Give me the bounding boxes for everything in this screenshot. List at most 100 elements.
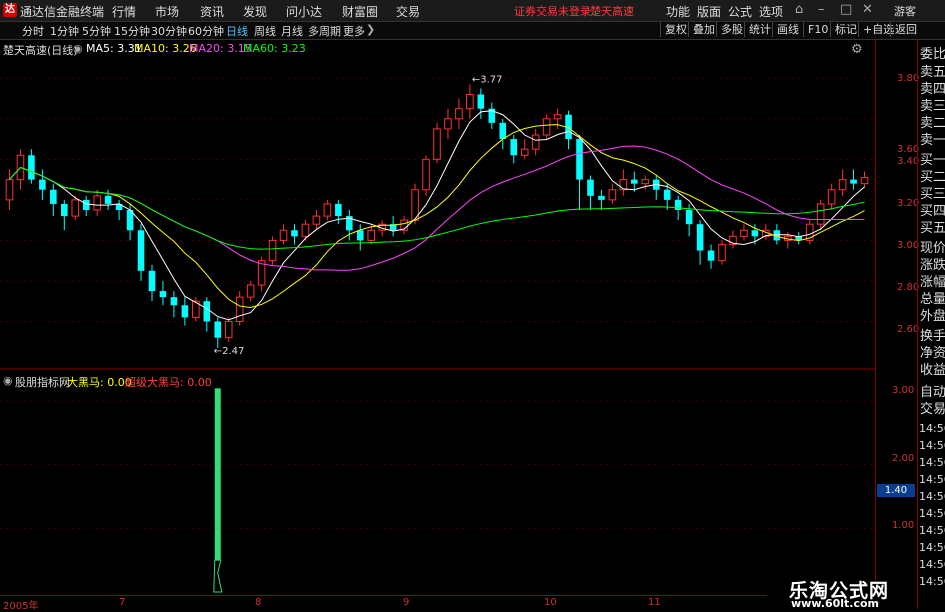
candle-body [816,203,825,225]
trade-label[interactable]: 交易 [920,401,945,418]
minimize-icon[interactable]: – [818,2,825,17]
period-15min[interactable]: 15分钟 [114,23,150,39]
btn-back[interactable]: 返回 [890,22,921,37]
label-outer: 外盘 [920,309,945,324]
menu-market-quotes[interactable]: 行情 [112,3,136,20]
watermark: 乐淘公式网 www.60lt.com [767,580,917,610]
candle-body [279,229,288,241]
sub-tick-label: 3.00 [892,385,915,396]
candle-body [159,291,167,298]
candle-body [433,128,441,160]
period-toolbar: 分时 1分钟 5分钟 15分钟 30分钟 60分钟 日线 周线 月线 多周期 更… [0,22,945,40]
candle-body [510,139,518,156]
skin-icon[interactable]: ⌂ [795,2,803,17]
quote-panel: 委比 卖五 卖四 卖三 卖二 卖一 买一 买二 买三 买四 买五 现价 涨跌 涨… [917,40,945,609]
menu-function[interactable]: 功能 [666,3,690,20]
btn-f10[interactable]: F10 [803,22,832,37]
candle-body [608,189,617,201]
login-notice[interactable]: 证券交易未登录 [514,3,591,19]
price-axis: 3.80 3.60 3.40 3.20 3.00 2.80 2.60 3.00 … [875,40,920,594]
candle-body [224,320,233,339]
period-more[interactable]: 更多 [343,23,365,39]
date-label: 9 [403,597,410,608]
label-sell2: 卖二 [920,116,945,131]
candle-body [531,134,540,150]
menu-layout[interactable]: 版面 [697,3,721,20]
candle-body [827,189,836,205]
candle-body [246,284,255,298]
candle-body [718,243,726,262]
user-guest[interactable]: 游客 [894,3,916,19]
signal-marker [213,559,223,593]
candle-body [553,114,562,120]
period-intraday[interactable]: 分时 [22,23,44,39]
menu-market[interactable]: 市场 [155,3,179,20]
tick-time: 14:56 [919,575,945,588]
period-daily[interactable]: 日线 [226,23,248,39]
label-buy3: 买三 [920,187,945,202]
menu-ask[interactable]: 问小达 [286,3,322,20]
sub-tick-label: 1.00 [892,520,915,531]
candle-body [93,195,101,211]
menu-wealth-circle[interactable]: 财富圈 [342,3,378,20]
auto-trade-label[interactable]: 自动 [920,384,945,401]
tick-label: 3.20 [897,198,920,209]
tick-time: 14:56 [919,524,945,537]
period-30min[interactable]: 30分钟 [151,23,187,39]
menu-trade[interactable]: 交易 [396,3,420,20]
menu-discover[interactable]: 发现 [243,3,267,20]
candle-body [50,189,57,204]
btn-stats[interactable]: 统计 [744,22,775,37]
label-sell1: 卖一 [920,133,945,148]
period-weekly[interactable]: 周线 [254,23,276,39]
candle-body [335,203,342,217]
tick-time: 14:56 [919,507,945,520]
label-net-asset: 净资 [920,346,945,361]
candle-body [663,189,671,200]
label-sell5: 卖五 [920,65,945,80]
indicator-chart[interactable] [0,372,875,594]
tick-time: 14:56 [919,456,945,469]
candle-body [301,223,310,237]
btn-draw[interactable]: 画线 [772,22,803,37]
candle-body [5,179,14,201]
btn-mark[interactable]: 标记 [830,22,861,37]
candle-body [104,195,112,204]
btn-multi-stock[interactable]: 多股 [716,22,747,37]
label-sell3: 卖三 [920,99,945,114]
candle-body [466,93,474,110]
candle-body [367,229,376,241]
menu-formula[interactable]: 公式 [728,3,752,20]
label-buy2: 买二 [920,170,945,185]
period-multi[interactable]: 多周期 [308,23,341,39]
btn-adjust[interactable]: 复权 [660,22,691,37]
tick-time: 14:56 [919,490,945,503]
low-price-label: ←2.47 [214,346,245,357]
label-sell4: 卖四 [920,82,945,97]
close-icon[interactable]: ✕ [862,2,873,17]
menu-options[interactable]: 选项 [759,3,783,20]
maximize-icon[interactable]: □ [840,2,852,17]
period-monthly[interactable]: 月线 [281,23,303,39]
label-buy5: 买五 [920,221,945,236]
candle-body [137,230,145,271]
candlestick-chart[interactable]: ←3.77 ←2.47 [0,40,875,370]
candle-body [685,210,693,225]
candle-body [542,118,551,136]
tick-label: 2.60 [897,324,920,335]
candle-body [291,230,298,237]
btn-overlay[interactable]: 叠加 [688,22,719,37]
candle-body [696,224,704,251]
menu-news[interactable]: 资讯 [200,3,224,20]
tick-time: 14:56 [919,422,945,435]
title-bar: 达 通达信金融终端 行情 市场 资讯 发现 问小达 财富圈 交易 证券交易未登录… [0,0,945,22]
period-1min[interactable]: 1分钟 [50,23,79,39]
period-5min[interactable]: 5分钟 [82,23,111,39]
candle-body [631,179,638,184]
candle-body [148,270,156,292]
tick-time: 14:56 [919,558,945,571]
period-60min[interactable]: 60分钟 [188,23,224,39]
candle-body [707,250,715,261]
more-chevron-icon[interactable]: ❯ [366,23,375,36]
candle-body [641,179,650,185]
